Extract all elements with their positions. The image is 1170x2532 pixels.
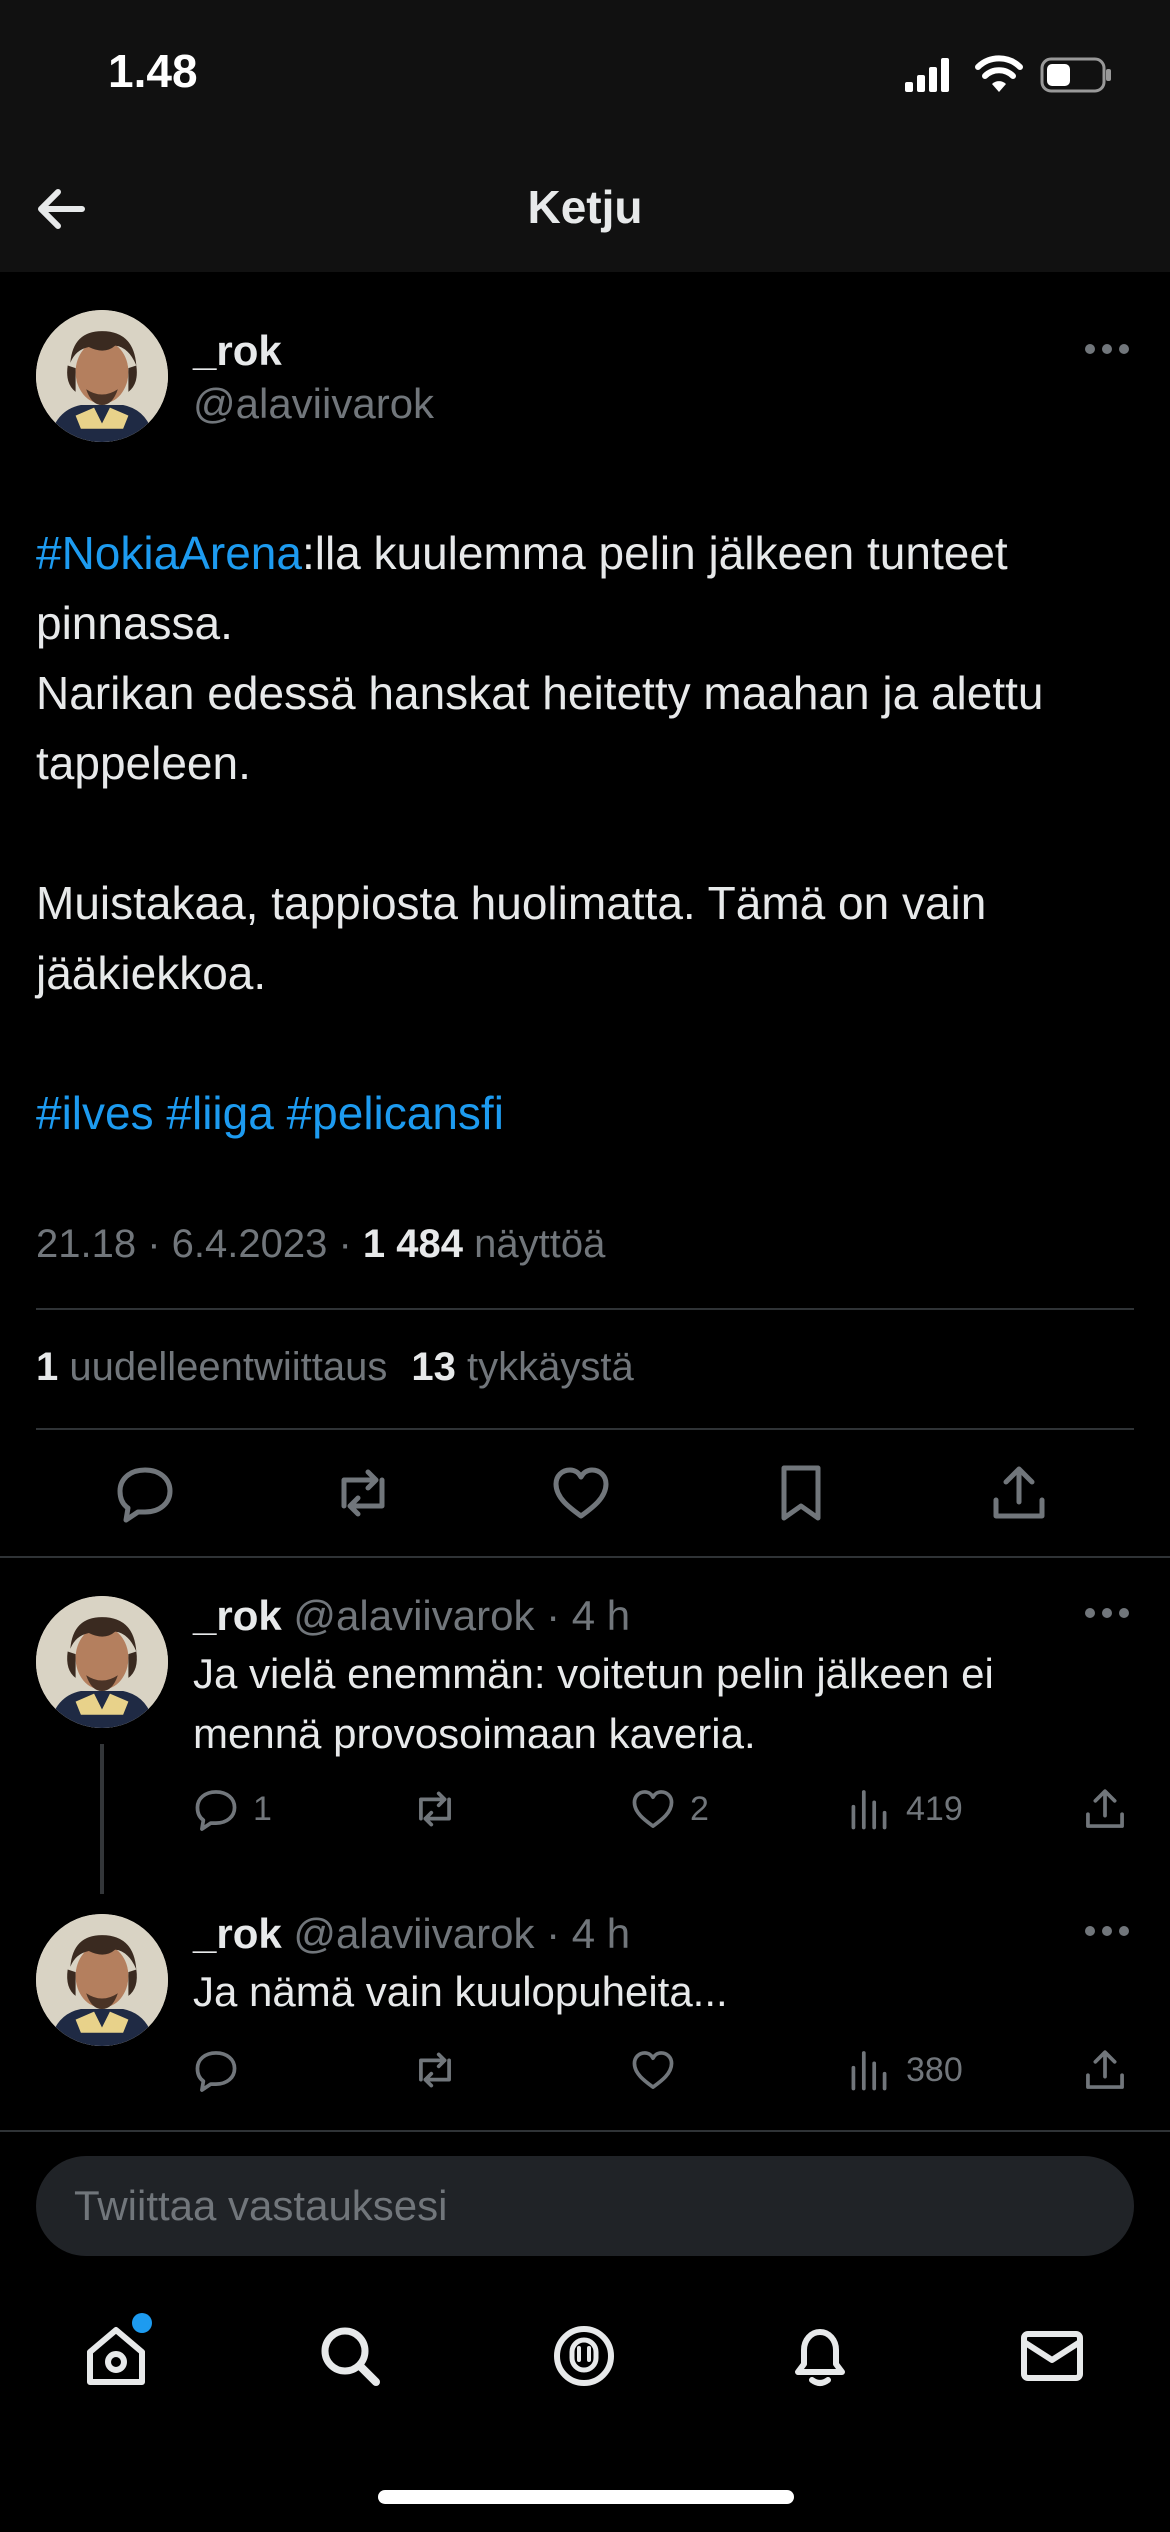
- divider: [36, 1428, 1134, 1430]
- analytics-icon: [851, 1790, 887, 1830]
- views-button[interactable]: 419: [846, 1786, 963, 1832]
- retweets-label[interactable]: uudelleentwiittaus: [58, 1345, 387, 1389]
- avatar[interactable]: [36, 310, 168, 442]
- views-label: näyttöä: [463, 1222, 606, 1266]
- author-name[interactable]: _rok: [193, 327, 282, 375]
- status-bar: 1.48: [0, 0, 1170, 150]
- retweet-icon[interactable]: [332, 1462, 394, 1524]
- views-button[interactable]: 380: [846, 2047, 963, 2093]
- wifi-icon: [975, 55, 1023, 92]
- reply-input[interactable]: Twiittaa vastauksesi: [36, 2156, 1134, 2256]
- tweet-metadata: 21.18 · 6.4.2023 · 1 484 näyttöä: [36, 1222, 605, 1267]
- share-icon[interactable]: [988, 1462, 1050, 1524]
- more-options-icon[interactable]: [1084, 1606, 1130, 1620]
- reply-author-name[interactable]: _rok: [193, 1910, 282, 1957]
- separator-dot: ·: [534, 1910, 572, 1957]
- divider: [0, 2130, 1170, 2132]
- reply-author-handle[interactable]: @alaviivarok: [293, 1592, 534, 1639]
- author-handle[interactable]: @alaviivarok: [193, 380, 434, 428]
- retweet-icon: [419, 2052, 451, 2088]
- likes-count[interactable]: 13: [411, 1345, 456, 1389]
- analytics-icon: [851, 2051, 887, 2091]
- like-button[interactable]: [630, 2047, 690, 2093]
- home-indicator: [378, 2490, 794, 2504]
- bookmark-icon[interactable]: [770, 1462, 832, 1524]
- reply-button[interactable]: [193, 2047, 253, 2093]
- share-button[interactable]: [1082, 2047, 1142, 2093]
- bell-icon[interactable]: [784, 2320, 856, 2392]
- separator-dot: ·: [534, 1592, 572, 1639]
- tweet-text: #NokiaArena:lla kuulemma pelin jälkeen t…: [36, 518, 1146, 1148]
- tweet-paragraph: #NokiaArena:lla kuulemma pelin jälkeen t…: [36, 518, 1146, 658]
- retweets-count[interactable]: 1: [36, 1345, 58, 1389]
- tweet-paragraph: Narikan edessä hanskat heitetty maahan j…: [36, 667, 1044, 789]
- spaces-icon[interactable]: [548, 2320, 620, 2392]
- divider: [36, 1308, 1134, 1310]
- share-icon: [1086, 1789, 1124, 1828]
- more-options-icon[interactable]: [1084, 342, 1130, 356]
- reply-text: Ja vielä enemmän: voitetun pelin jälkeen…: [193, 1650, 994, 1757]
- retweet-button[interactable]: [412, 1786, 472, 1832]
- view-count: 419: [906, 1789, 963, 1828]
- mail-icon[interactable]: [1016, 2320, 1088, 2392]
- reply-icon: [195, 2051, 237, 2092]
- retweet-button[interactable]: [412, 2047, 472, 2093]
- views-count: 1 484: [362, 1222, 464, 1266]
- heart-icon: [632, 1790, 674, 1828]
- hashtags-line[interactable]: #ilves #liiga #pelicansfi: [36, 1078, 1146, 1148]
- like-button[interactable]: 2: [630, 1786, 709, 1832]
- heart-icon: [632, 2051, 674, 2089]
- reply-text: Ja nämä vain kuulopuheita...: [193, 1968, 728, 2015]
- tweet-timestamp: 21.18 · 6.4.2023 ·: [36, 1222, 363, 1266]
- reply-icon[interactable]: [114, 1462, 176, 1524]
- page-title: Ketju: [527, 181, 643, 233]
- view-count: 380: [906, 2050, 963, 2089]
- reply-time: 4 h: [571, 1910, 631, 1957]
- like-count: 2: [690, 1789, 709, 1828]
- more-options-icon[interactable]: [1084, 1924, 1130, 1938]
- reply-icon: [195, 1790, 237, 1831]
- reply-author-handle[interactable]: @alaviivarok: [293, 1910, 534, 1957]
- reply-time: 4 h: [571, 1592, 631, 1639]
- thread-line: [100, 1744, 104, 1894]
- search-icon[interactable]: [314, 2320, 386, 2392]
- reply-button[interactable]: 1: [193, 1786, 272, 1832]
- retweet-icon: [419, 1791, 451, 1827]
- reply-author[interactable]: _rok @alaviivarok · 4 h: [193, 1910, 630, 1958]
- divider: [0, 1556, 1170, 1558]
- battery-icon: [1040, 57, 1111, 93]
- likes-label[interactable]: tykkäystä: [456, 1345, 634, 1389]
- notification-dot: [132, 2313, 152, 2333]
- heart-icon[interactable]: [550, 1462, 612, 1524]
- hashtag-link[interactable]: #NokiaArena: [36, 527, 302, 579]
- status-time: 1.48: [108, 45, 198, 97]
- cellular-signal-icon: [905, 58, 949, 92]
- tweet-paragraph: Muistakaa, tappiosta huolimatta. Tämä on…: [36, 877, 987, 999]
- share-icon: [1086, 2050, 1124, 2089]
- share-button[interactable]: [1082, 1786, 1142, 1832]
- reply-author-name[interactable]: _rok: [193, 1592, 282, 1639]
- navigation-header: Ketju: [0, 150, 1170, 272]
- reply-count: 1: [253, 1789, 272, 1828]
- engagement-stats[interactable]: 1 uudelleentwiittaus 13 tykkäystä: [36, 1345, 634, 1390]
- avatar[interactable]: [36, 1596, 168, 1728]
- avatar[interactable]: [36, 1914, 168, 2046]
- reply-author[interactable]: _rok @alaviivarok · 4 h: [193, 1592, 630, 1640]
